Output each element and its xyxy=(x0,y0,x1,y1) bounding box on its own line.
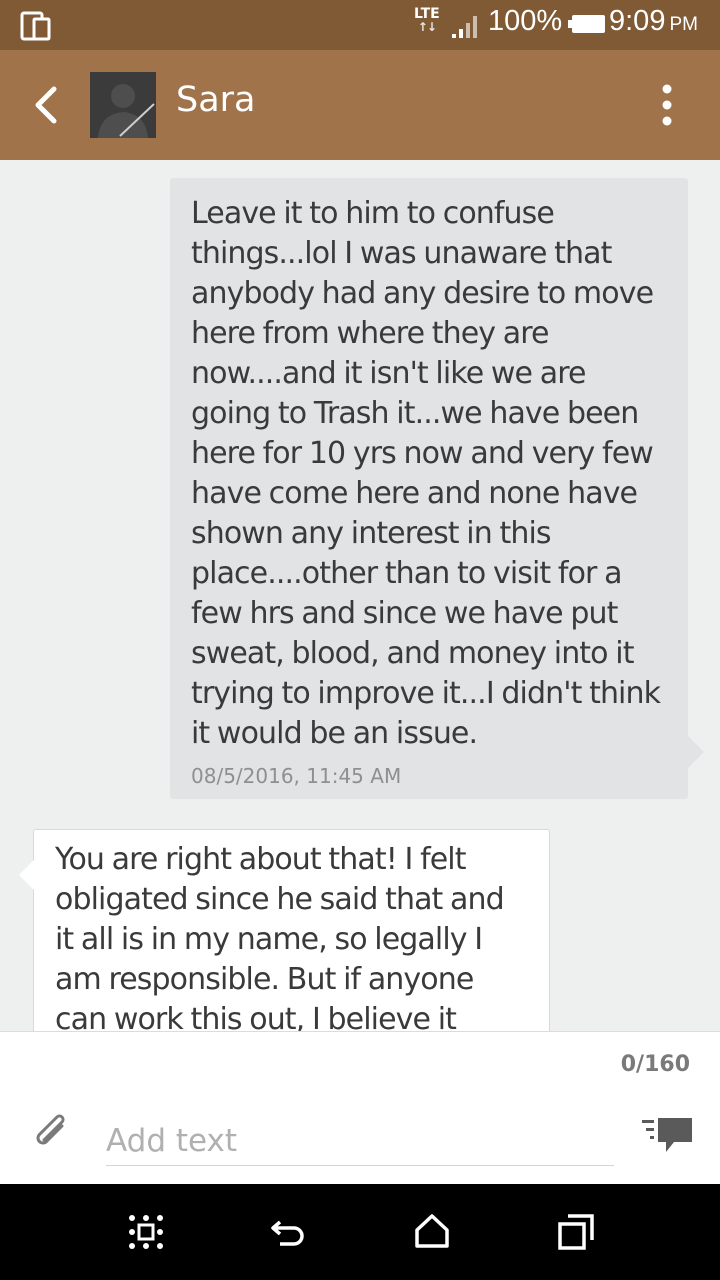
signal-icon xyxy=(452,16,477,38)
incoming-message-bubble[interactable]: You are right about that! I felt obligat… xyxy=(19,829,550,1031)
message-composer: 0/160 xyxy=(0,1031,720,1184)
system-nav-bar xyxy=(0,1184,720,1280)
nav-back-icon[interactable] xyxy=(268,1212,308,1252)
overflow-menu-icon[interactable] xyxy=(652,83,682,127)
message-input[interactable] xyxy=(106,1120,614,1166)
character-counter: 0/160 xyxy=(620,1052,690,1077)
contact-avatar[interactable] xyxy=(90,72,156,138)
dual-screen-icon xyxy=(20,11,51,41)
clock-time: 9:09 xyxy=(609,5,666,37)
message-text: Leave it to him to confuse things...lol … xyxy=(191,196,661,751)
battery-percent: 100% xyxy=(488,5,563,37)
send-message-icon[interactable] xyxy=(640,1116,696,1154)
data-arrows-icon: ↑↓ xyxy=(417,20,437,34)
outgoing-message-bubble[interactable]: Leave it to him to confuse things...lol … xyxy=(170,178,704,799)
network-indicator: LTE ↑↓ xyxy=(414,7,440,34)
contact-name[interactable]: Sara xyxy=(176,80,256,120)
status-bar: LTE ↑↓ 100% 9:09 PM xyxy=(0,0,720,50)
conversation-header: Sara xyxy=(0,50,720,160)
back-arrow-icon[interactable] xyxy=(28,83,62,127)
default-avatar-icon xyxy=(90,72,156,138)
battery-icon xyxy=(568,15,605,33)
nav-recent-apps-icon[interactable] xyxy=(556,1212,596,1252)
message-timestamp: 08/5/2016, 11:45 AM xyxy=(191,764,402,788)
message-list[interactable]: Leave it to him to confuse things...lol … xyxy=(0,160,720,1031)
apps-grid-icon[interactable] xyxy=(126,1212,166,1252)
clock: 9:09 PM xyxy=(609,5,698,38)
message-text: You are right about that! I felt obligat… xyxy=(55,842,505,1031)
clock-ampm: PM xyxy=(669,14,698,35)
paperclip-icon[interactable] xyxy=(32,1110,72,1154)
nav-home-icon[interactable] xyxy=(412,1210,452,1250)
